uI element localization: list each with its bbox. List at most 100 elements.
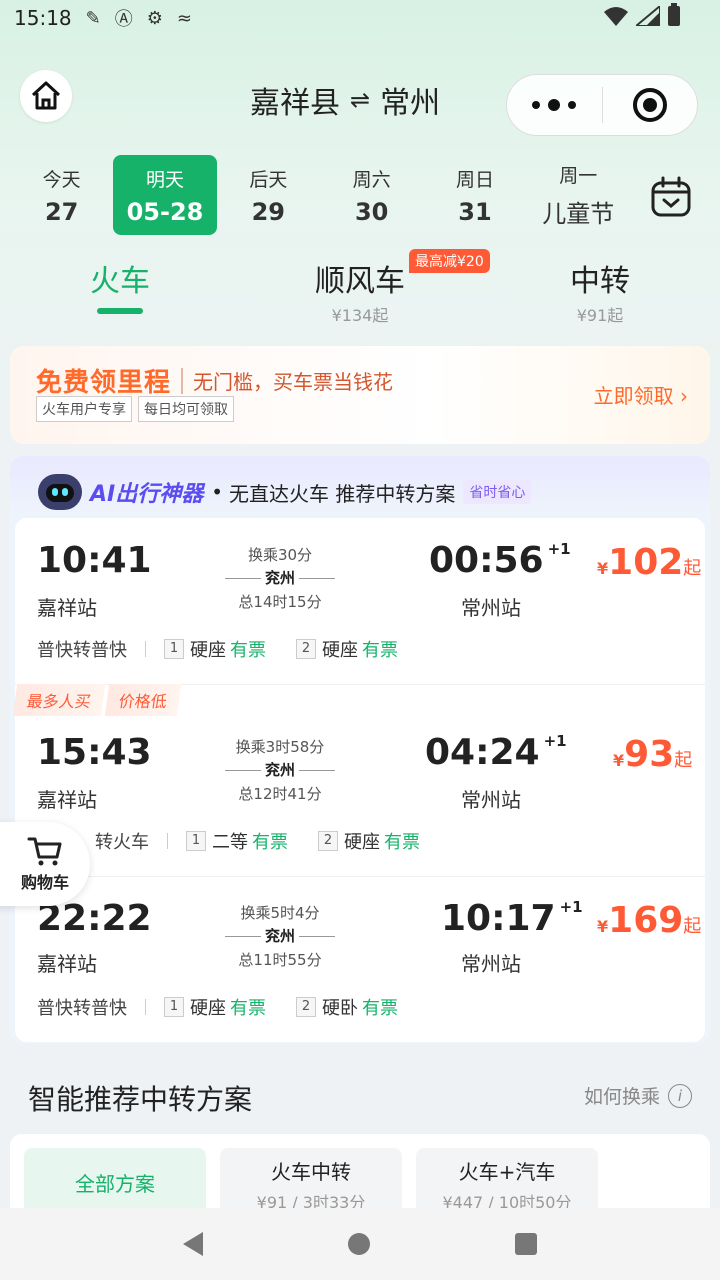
departure-station: 嘉祥站 <box>37 788 97 812</box>
home-icon <box>31 81 61 110</box>
departure-time: 10:41 <box>37 540 152 581</box>
target-icon <box>632 88 667 122</box>
cart-icon <box>27 837 62 866</box>
date-sunday[interactable]: 周日 31 <box>423 155 526 235</box>
arrival-time: 00:56 +1 <box>429 540 571 581</box>
date-weekday: 周六 <box>352 168 391 191</box>
segment-number: 1 <box>164 639 184 659</box>
date-day: 儿童节 <box>542 200 615 228</box>
how-to-transfer-link[interactable]: 如何换乘 i <box>584 1082 692 1109</box>
transfer-info: 换乘5时4分 兖州 总11时55分 <box>225 902 335 970</box>
next-day-mark: +1 <box>543 732 567 750</box>
transfer-wait: 换乘5时4分 <box>240 904 320 922</box>
tab-train[interactable]: 火车 <box>82 256 158 314</box>
seat-class: 硬座 <box>344 832 380 853</box>
tab-label: 顺风车 <box>315 264 405 299</box>
date-monday[interactable]: 周一 儿童节 <box>527 155 630 235</box>
tab-underline <box>97 308 143 314</box>
departure-time: 15:43 <box>37 732 152 773</box>
departure-station: 嘉祥站 <box>37 596 97 620</box>
claim-button[interactable]: 立即领取 › <box>594 380 688 409</box>
status-time: 15:18 <box>14 6 72 30</box>
transfer-info: 换乘3时58分 兖州 总12时41分 <box>225 736 335 804</box>
date-day: 05-28 <box>126 197 204 226</box>
ai-dot: • <box>211 480 224 504</box>
ai-desc: 无直达火车 推荐中转方案 <box>229 481 456 506</box>
banner-tag: 火车用户专享 <box>36 396 132 422</box>
home-button[interactable] <box>20 70 72 122</box>
price: ¥93起 <box>613 734 692 775</box>
transfer-info: 换乘30分 兖州 总14时15分 <box>225 544 335 612</box>
total-duration: 总14时15分 <box>238 593 322 611</box>
discount-badge: 最高减¥20 <box>409 249 490 273</box>
date-today[interactable]: 今天 27 <box>10 155 113 235</box>
tab-carpool[interactable]: 顺风车 ¥134起 <box>300 256 420 326</box>
seat-class: 硬座 <box>322 640 358 661</box>
date-weekday: 今天 <box>42 168 81 191</box>
seat-availability: 有票 <box>230 998 266 1019</box>
date-weekday: 周日 <box>455 168 494 191</box>
seat-availability: 有票 <box>230 640 266 661</box>
system-nav-bar <box>0 1208 720 1280</box>
calendar-icon[interactable] <box>648 174 694 220</box>
more-icon[interactable] <box>507 99 602 111</box>
ai-tag: 省时省心 <box>463 480 532 504</box>
tab-transfer[interactable]: 中转 ¥91起 <box>550 256 650 326</box>
transfer-wait: 换乘3时58分 <box>235 738 325 756</box>
arrival-time-value: 00:56 <box>429 540 544 581</box>
date-tomorrow[interactable]: 明天 05-28 <box>113 155 217 235</box>
banner-sub: 无门槛，买车票当钱花 <box>193 370 394 394</box>
mode-tabs: 火车 顺风车 ¥134起 中转 ¥91起 <box>0 256 720 326</box>
option-label: 火车+汽车 <box>458 1160 556 1184</box>
close-miniprogram-button[interactable] <box>602 88 697 122</box>
date-weekday: 明天 <box>145 168 184 191</box>
signal-icon <box>636 6 660 26</box>
bandage-icon: ✎ <box>85 7 101 29</box>
transfer-wait: 换乘30分 <box>247 546 313 564</box>
arrival-time-value: 04:24 <box>425 732 540 773</box>
home-circle-icon[interactable] <box>347 1233 370 1255</box>
route-title[interactable]: 嘉祥县 ⇌ 常州 <box>250 78 440 122</box>
date-day-after[interactable]: 后天 29 <box>217 155 320 235</box>
recents-icon[interactable] <box>515 1233 538 1255</box>
tab-sub: ¥91起 <box>576 306 624 325</box>
banner-tags: 火车用户专享 每日均可领取 <box>36 396 234 422</box>
chevron-right-icon: › <box>680 384 688 408</box>
transfer-hub: 兖州 <box>260 567 299 588</box>
swap-icon[interactable]: ⇌ <box>350 86 370 114</box>
date-day: 29 <box>251 197 286 226</box>
segment-number: 1 <box>186 831 206 851</box>
status-bar: 15:18 ✎ Ⓐ ⚙ ≈ <box>0 0 720 36</box>
gear-icon: ⚙ <box>146 7 163 29</box>
price-suffix: 起 <box>674 750 693 771</box>
origin-city: 嘉祥县 <box>250 86 340 121</box>
destination-city: 常州 <box>380 86 441 121</box>
trip-row[interactable]: 10:41 嘉祥站 换乘30分 兖州 总14时15分 00:56 +1 常州站 ¥… <box>15 518 705 684</box>
section-title: 智能推荐中转方案 <box>28 1083 253 1116</box>
banner-main: 免费领里程 <box>36 368 172 398</box>
seat-class: 硬座 <box>190 640 226 661</box>
back-icon[interactable] <box>182 1232 203 1256</box>
date-weekday: 周一 <box>559 165 598 187</box>
a-icon: Ⓐ <box>114 9 133 30</box>
seat-availability: 有票 <box>362 998 398 1019</box>
tune-icon: ≈ <box>176 7 192 29</box>
ai-recommend-card: AI出行神器 • 无直达火车 推荐中转方案 省时省心 10:41 嘉祥站 换乘3… <box>10 456 710 1044</box>
arrival-station: 常州站 <box>461 596 521 620</box>
seat-class: 二等 <box>212 832 248 853</box>
segment-number: 2 <box>318 831 338 851</box>
transfer-hub: 兖州 <box>260 759 299 780</box>
seat-availability: 有票 <box>362 640 398 661</box>
mileage-banner[interactable]: 免费领里程 无门槛，买车票当钱花 火车用户专享 每日均可领取 立即领取 › <box>10 346 710 444</box>
train-type: 普快转普快 <box>37 640 127 661</box>
trip-row[interactable]: 15:43 嘉祥站 换乘3时58分 兖州 总12时41分 04:24 +1 常州站… <box>15 712 705 878</box>
price: ¥169起 <box>597 900 701 941</box>
shopping-cart-button[interactable]: 购物车 <box>0 822 90 906</box>
next-day-mark: +1 <box>547 540 571 558</box>
trip-row[interactable]: 22:22 嘉祥站 换乘5时4分 兖州 总11时55分 10:17 +1 常州站 … <box>15 876 705 1042</box>
price-value: 169 <box>608 900 684 941</box>
date-saturday[interactable]: 周六 30 <box>320 155 423 235</box>
ai-header: AI出行神器 • 无直达火车 推荐中转方案 省时省心 <box>38 474 532 510</box>
seat-info: 普快转普快 1 硬座 有票 2 硬座 有票 <box>37 636 428 662</box>
ai-title: AI出行神器 <box>90 482 204 507</box>
